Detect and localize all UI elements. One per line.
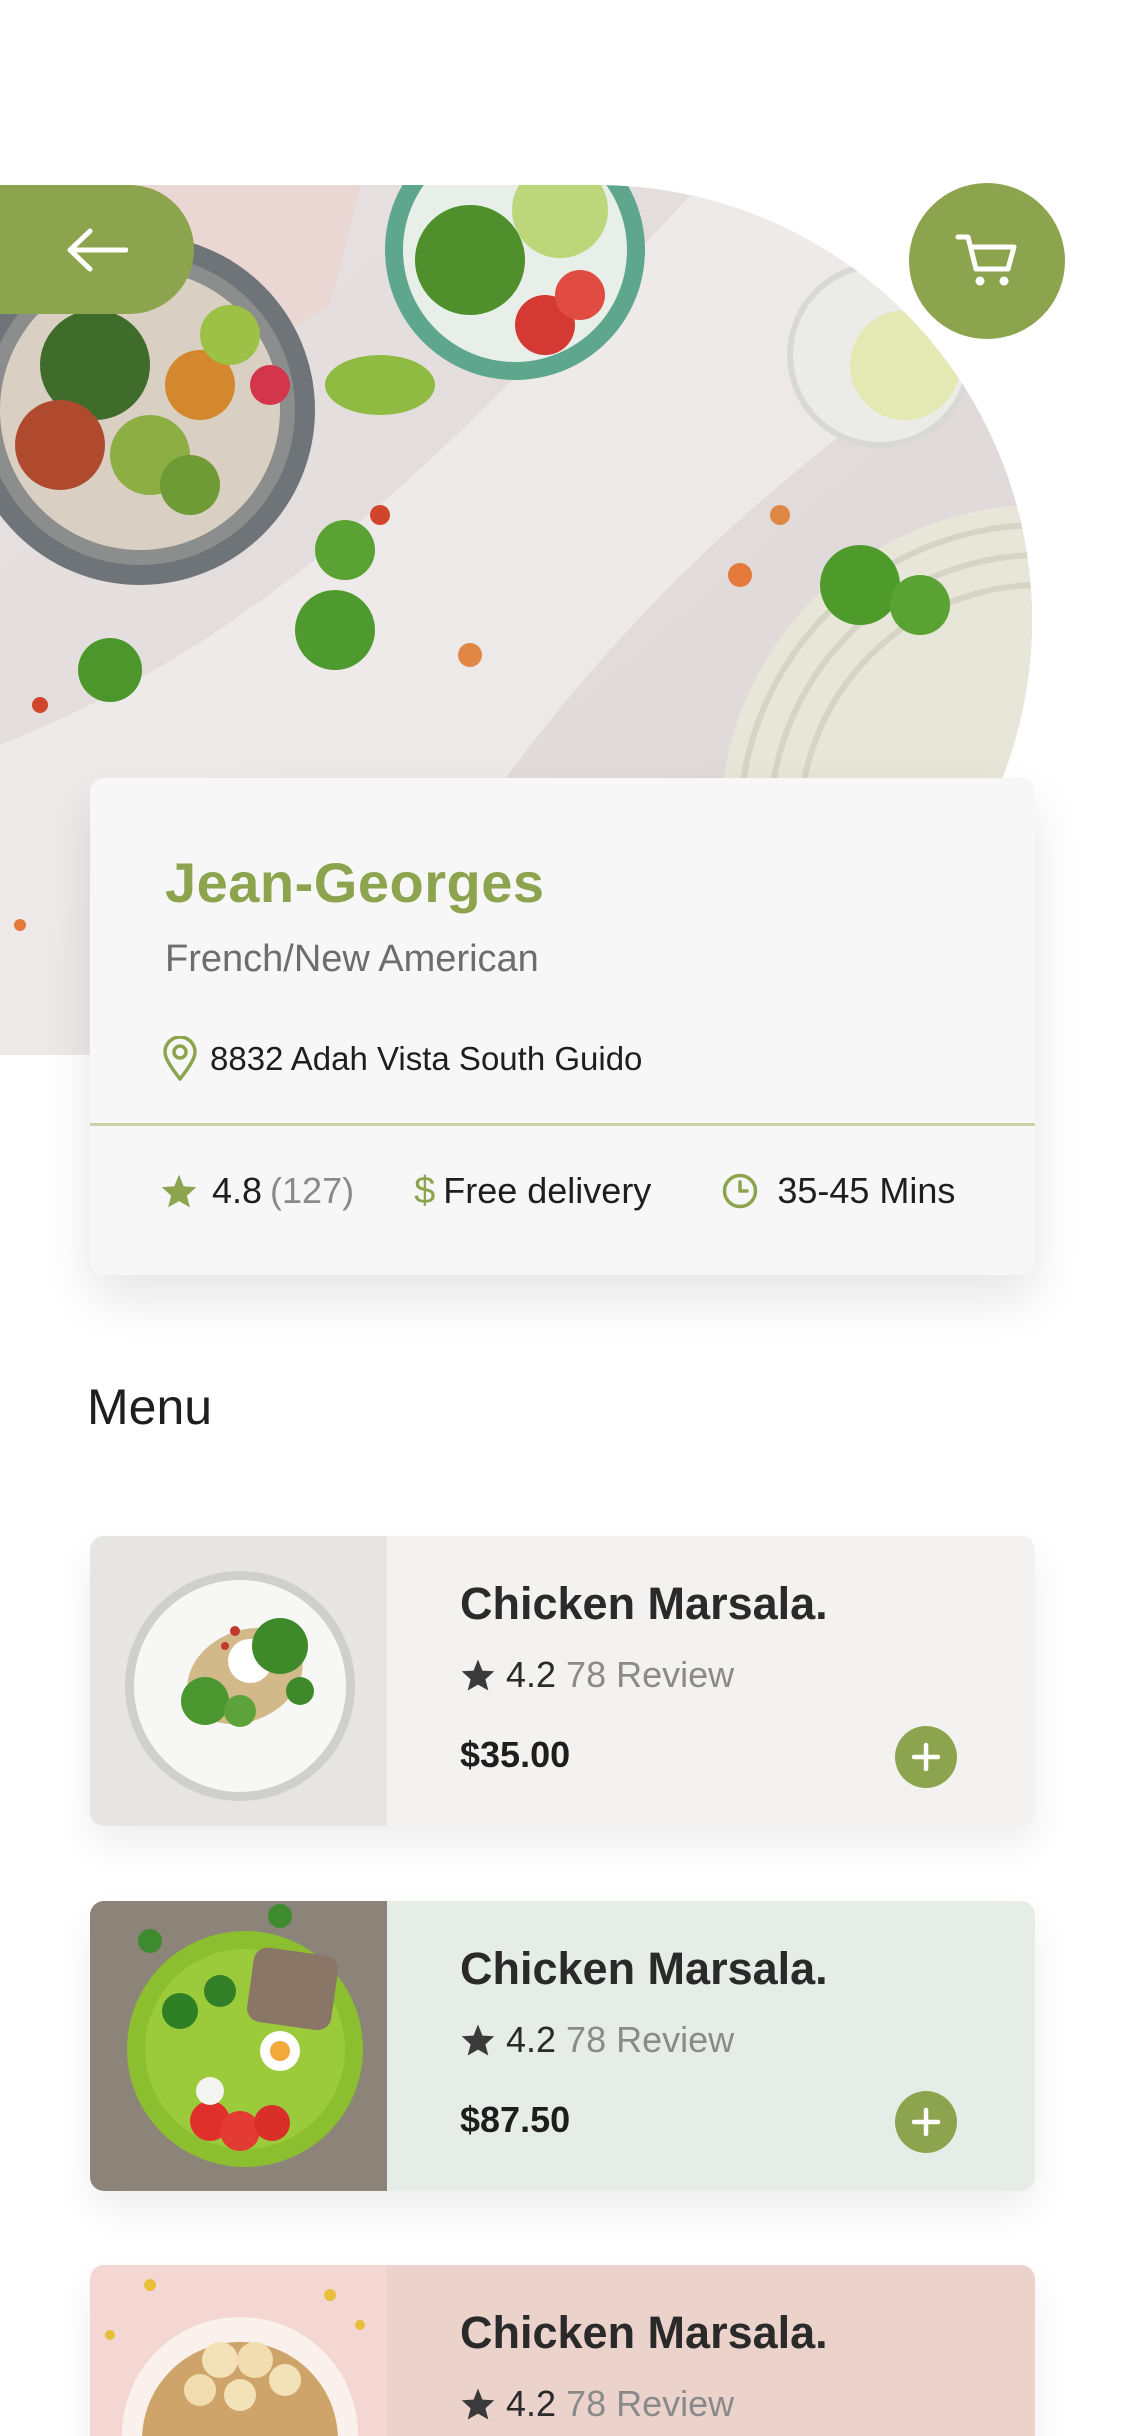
delivery-stat: $ Free delivery (414, 1170, 651, 1213)
divider (90, 1123, 1035, 1126)
menu-item-name: Chicken Marsala. (460, 1943, 828, 1994)
add-to-cart-button[interactable] (895, 2091, 957, 2153)
menu-item-rating-value: 4.2 (506, 1654, 557, 1695)
restaurant-detail-screen: Jean-Georges French/New American 8832 Ad… (0, 0, 1125, 2436)
menu-item-price: $87.50 (460, 2099, 571, 2140)
restaurant-info-card: Jean-Georges French/New American 8832 Ad… (90, 778, 1035, 1275)
menu-item-image (90, 1536, 387, 1826)
rating-count: (127) (270, 1170, 355, 1211)
time-stat: 35-45 Mins (721, 1170, 955, 1212)
delivery-text: Free delivery (443, 1170, 652, 1211)
menu-item-card[interactable]: Chicken Marsala. 4.2 78 Review (90, 2265, 1035, 2436)
menu-item-rating-value: 4.2 (506, 2383, 557, 2424)
menu-item-image (90, 2265, 387, 2436)
star-icon (161, 1174, 197, 1208)
restaurant-address: 8832 Adah Vista South Guido (210, 1040, 643, 1077)
back-button[interactable] (0, 185, 194, 314)
restaurant-cuisine: French/New American (165, 938, 539, 980)
star-icon (461, 2024, 495, 2056)
menu-item-price: $35.00 (460, 1734, 571, 1775)
stats-row: 4.8 (127) $ Free delivery 35-45 Mins (160, 1156, 1020, 1226)
restaurant-name: Jean-Georges (165, 851, 545, 914)
cart-button[interactable] (909, 183, 1065, 339)
dollar-icon: $ (414, 1169, 436, 1212)
plus-icon (911, 2107, 941, 2137)
menu-heading: Menu (87, 1379, 213, 1435)
rating-value: 4.8 (212, 1170, 263, 1211)
delivery-time: 35-45 Mins (777, 1170, 956, 1211)
plus-icon (911, 1742, 941, 1772)
menu-item-rating: 4.2 78 Review (460, 2019, 734, 2061)
menu-item-name: Chicken Marsala. (460, 2307, 828, 2358)
menu-item-rating-value: 4.2 (506, 2019, 557, 2060)
menu-item-review-count: 78 Review (566, 1654, 735, 1695)
star-icon (461, 1659, 495, 1691)
cart-icon (955, 234, 1017, 286)
rating-stat: 4.8 (127) (160, 1170, 354, 1212)
menu-item-rating: 4.2 78 Review (460, 2383, 734, 2425)
menu-item-review-count: 78 Review (566, 2383, 735, 2424)
location-pin-icon (163, 1036, 197, 1081)
menu-item-rating: 4.2 78 Review (460, 1654, 734, 1696)
menu-item-card[interactable]: Chicken Marsala. 4.2 78 Review $35.00 (90, 1536, 1035, 1826)
menu-item-image (90, 1901, 387, 2191)
add-to-cart-button[interactable] (895, 1726, 957, 1788)
menu-item-review-count: 78 Review (566, 2019, 735, 2060)
address-row: 8832 Adah Vista South Guido (162, 1036, 642, 1082)
menu-item-card[interactable]: Chicken Marsala. 4.2 78 Review $87.50 (90, 1901, 1035, 2191)
star-icon (461, 2388, 495, 2420)
menu-item-name: Chicken Marsala. (460, 1578, 828, 1629)
arrow-left-icon (67, 228, 128, 271)
clock-icon (723, 1173, 758, 1209)
